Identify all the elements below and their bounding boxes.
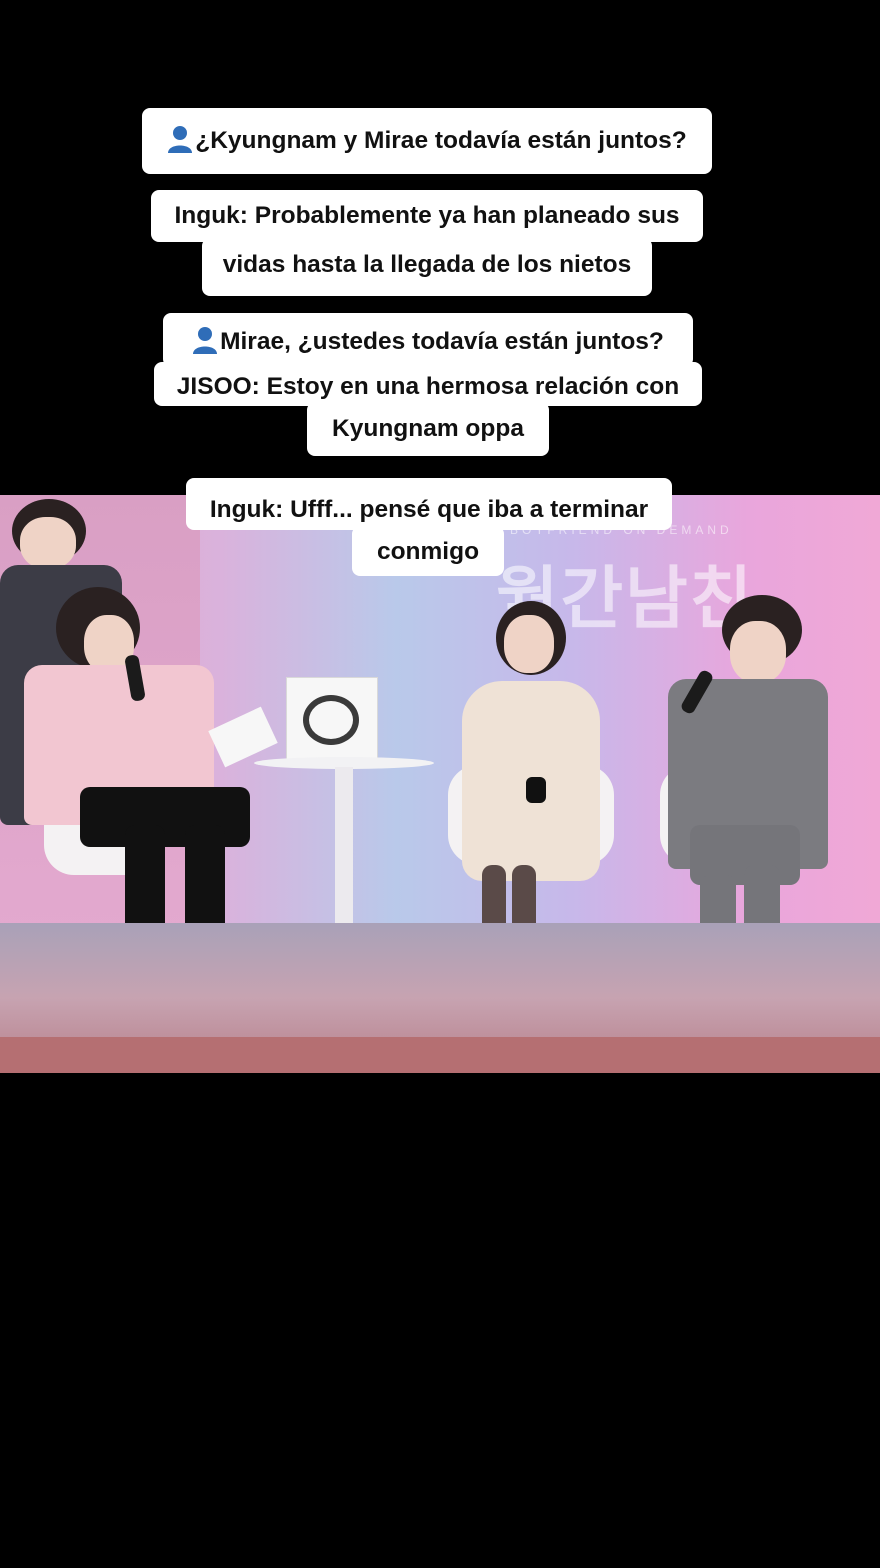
caption-inguk-1-line1-text: Inguk: Probablemente ya han planeado sus <box>174 202 680 229</box>
show-logo-subtitle: BOYFRIEND ON DEMAND <box>510 523 733 537</box>
caption-jisoo-line2: Kyungnam oppa <box>307 402 549 456</box>
caption-jisoo-line2-text: Kyungnam oppa <box>332 415 524 442</box>
caption-question-1: ¿Kyungnam y Mirae todavía están juntos? <box>142 108 712 174</box>
caption-inguk-1-line1: Inguk: Probablemente ya han planeado sus <box>151 190 703 242</box>
user-silhouette-icon <box>193 327 218 354</box>
caption-jisoo-line1: JISOO: Estoy en una hermosa relación con <box>154 362 702 406</box>
caption-inguk-1-line2-text: vidas hasta la llegada de los nietos <box>222 251 632 278</box>
stage-edge <box>0 1037 880 1073</box>
microphone-center <box>526 777 546 803</box>
caption-jisoo-line1-text: JISOO: Estoy en una hermosa relación con <box>176 373 680 400</box>
user-silhouette-icon <box>168 126 193 153</box>
caption-question-1-text: ¿Kyungnam y Mirae todavía están juntos? <box>195 127 687 154</box>
caption-inguk-1-line2: vidas hasta la llegada de los nietos <box>202 238 652 296</box>
caption-question-2-text: Mirae, ¿ustedes todavía están juntos? <box>220 328 664 355</box>
caption-question-2: Mirae, ¿ustedes todavía están juntos? <box>163 313 693 367</box>
notebook <box>208 706 278 768</box>
headphones-display <box>303 695 359 745</box>
video-frame[interactable]: BOYFRIEND ON DEMAND 월간남친 <box>0 495 880 1073</box>
